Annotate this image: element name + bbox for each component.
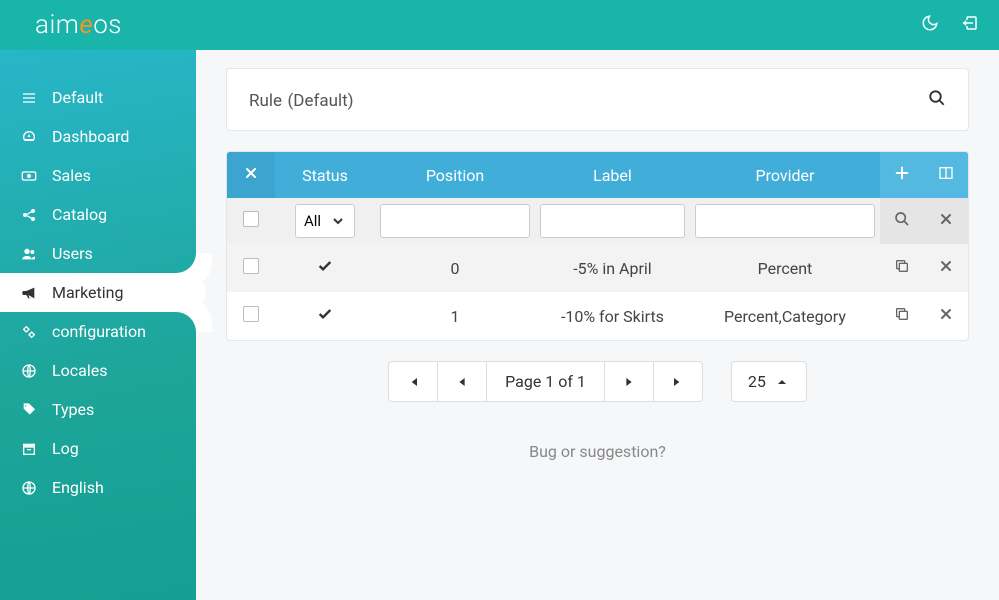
sidebar-item-label: Sales (52, 166, 91, 185)
cogs-icon (20, 324, 38, 340)
sidebar-item-log[interactable]: Log (0, 429, 196, 468)
status-enabled-icon (275, 244, 375, 292)
copy-button[interactable] (880, 292, 924, 340)
sidebar-item-dashboard[interactable]: Dashboard (0, 117, 196, 156)
globe-icon (20, 363, 38, 379)
cell-label: -5% in April (535, 244, 690, 292)
main-content: Rule (Default) Status Position Label Pro… (196, 50, 999, 600)
logout-icon[interactable] (961, 14, 979, 37)
row-checkbox[interactable] (243, 258, 259, 274)
sidebar-item-default[interactable]: Default (0, 78, 196, 117)
sidebar-item-label: Catalog (52, 205, 107, 224)
gauge-icon (20, 129, 38, 145)
search-icon[interactable] (928, 89, 946, 111)
logo-e: e (79, 10, 93, 40)
filter-row: All (227, 198, 968, 244)
page-size-select[interactable]: 25 (731, 361, 807, 402)
delete-button[interactable] (924, 244, 968, 292)
column-header-status[interactable]: Status (275, 152, 375, 198)
tag-icon (20, 402, 38, 418)
sidebar-item-label: English (52, 478, 104, 497)
share-icon (20, 207, 38, 223)
sidebar-item-language[interactable]: English (0, 468, 196, 507)
next-page-button[interactable] (605, 362, 654, 401)
cell-provider: Percent,Category (690, 292, 880, 340)
pagination: Page 1 of 1 25 (226, 361, 969, 402)
clear-filter-button[interactable] (227, 152, 275, 198)
sidebar-item-label: Log (52, 439, 79, 458)
copy-button[interactable] (880, 244, 924, 292)
row-checkbox[interactable] (243, 306, 259, 322)
footer-feedback-link[interactable]: Bug or suggestion? (226, 442, 969, 461)
sidebar-item-label: configuration (52, 322, 146, 341)
rules-table: Status Position Label Provider All (226, 151, 969, 341)
page-title: Rule (Default) (249, 87, 354, 112)
label-filter-input[interactable] (540, 204, 685, 238)
sidebar-item-configuration[interactable]: configuration (0, 312, 196, 351)
sidebar-item-sales[interactable]: Sales (0, 156, 196, 195)
provider-filter-input[interactable] (695, 204, 875, 238)
last-page-button[interactable] (654, 362, 702, 401)
archive-icon (20, 441, 38, 457)
delete-button[interactable] (924, 292, 968, 340)
table-row[interactable]: 1 -10% for Skirts Percent,Category (227, 292, 968, 340)
position-filter-input[interactable] (380, 204, 530, 238)
cell-label: -10% for Skirts (535, 292, 690, 340)
users-icon (20, 246, 38, 262)
cell-provider: Percent (690, 244, 880, 292)
page-title-card: Rule (Default) (226, 68, 969, 131)
sidebar-item-label: Marketing (52, 283, 123, 302)
money-icon (20, 168, 38, 184)
sidebar-item-users[interactable]: Users (0, 234, 196, 273)
sidebar-item-label: Users (52, 244, 93, 263)
clear-filter-button[interactable] (924, 198, 968, 244)
sidebar-item-catalog[interactable]: Catalog (0, 195, 196, 234)
table-row[interactable]: 0 -5% in April Percent (227, 244, 968, 292)
cell-position: 1 (375, 292, 535, 340)
sidebar-item-locales[interactable]: Locales (0, 351, 196, 390)
status-filter-select[interactable]: All (295, 204, 355, 238)
first-page-button[interactable] (389, 362, 438, 401)
sidebar-item-label: Default (52, 88, 103, 107)
theme-toggle-icon[interactable] (921, 14, 939, 37)
table-header-row: Status Position Label Provider (227, 152, 968, 198)
page-info: Page 1 of 1 (487, 362, 605, 401)
status-enabled-icon (275, 292, 375, 340)
globe-icon (20, 480, 38, 496)
sidebar-item-label: Dashboard (52, 127, 129, 146)
columns-button[interactable] (924, 152, 968, 198)
bullhorn-icon (20, 285, 38, 301)
add-button[interactable] (880, 152, 924, 198)
column-header-label[interactable]: Label (535, 152, 690, 198)
list-icon (20, 90, 38, 106)
sidebar-item-types[interactable]: Types (0, 390, 196, 429)
column-header-provider[interactable]: Provider (690, 152, 880, 198)
topbar: aimeos (0, 0, 999, 50)
prev-page-button[interactable] (438, 362, 487, 401)
search-filter-button[interactable] (880, 198, 924, 244)
select-all-checkbox[interactable] (243, 211, 259, 227)
column-header-position[interactable]: Position (375, 152, 535, 198)
sidebar-item-label: Types (52, 400, 94, 419)
logo: aimeos (35, 10, 122, 40)
page-subtitle: (Default) (287, 91, 353, 111)
sidebar: Default Dashboard Sales Catalog Users Ma… (0, 50, 196, 600)
sidebar-item-label: Locales (52, 361, 107, 380)
cell-position: 0 (375, 244, 535, 292)
sidebar-item-marketing[interactable]: Marketing (0, 273, 206, 312)
